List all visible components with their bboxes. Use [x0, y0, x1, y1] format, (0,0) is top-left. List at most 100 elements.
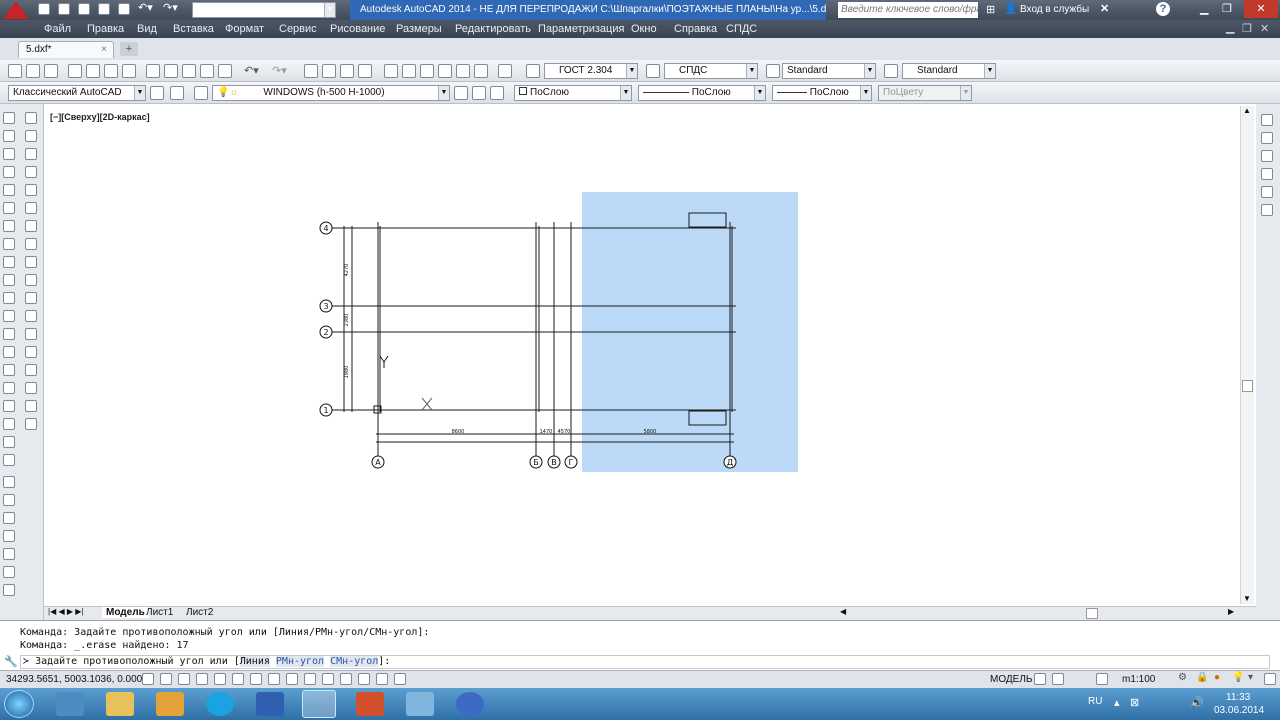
new-icon[interactable]: [38, 3, 50, 15]
drawing-canvas[interactable]: [−][Сверху][2D-каркас] А Б В Г Д 4 3 2 1…: [44, 104, 1256, 606]
signin-link[interactable]: Вход в службы: [1020, 4, 1089, 15]
undo-icon[interactable]: ↶▾: [138, 1, 153, 14]
polyline-icon[interactable]: [3, 148, 15, 160]
draworder-above-icon[interactable]: [1261, 150, 1273, 162]
erase-icon[interactable]: [25, 112, 37, 124]
redo-icon[interactable]: ↷▾: [163, 1, 178, 14]
menu-minimize-icon[interactable]: ▁: [1226, 21, 1234, 34]
markup-icon[interactable]: [456, 64, 470, 78]
rectangle-icon[interactable]: [3, 184, 15, 196]
dyn-icon[interactable]: [304, 673, 316, 685]
layer-combo[interactable]: 💡☼ WINDOWS (h-500 H-1000) ▼: [212, 85, 450, 101]
save-icon[interactable]: [78, 3, 90, 15]
chevron-down-icon[interactable]: ▼: [626, 64, 637, 78]
break-at-point-icon[interactable]: [25, 310, 37, 322]
chevron-down-icon[interactable]: ▼: [746, 64, 757, 78]
menu-item-tools[interactable]: Сервис: [279, 23, 317, 35]
cmd-opt-rpoly[interactable]: РМн-угол: [275, 656, 325, 667]
menu-item-modify[interactable]: Редактировать: [455, 23, 531, 35]
polar-icon[interactable]: [214, 673, 226, 685]
help-icon[interactable]: ?: [1156, 2, 1170, 16]
language-indicator[interactable]: RU: [1088, 696, 1102, 707]
snap-icon[interactable]: [160, 673, 172, 685]
autocad-logo-icon[interactable]: [3, 1, 29, 19]
layer-walk-icon[interactable]: [490, 86, 504, 100]
flower-app-icon[interactable]: [456, 692, 484, 716]
make-current-icon[interactable]: [454, 86, 468, 100]
exchange-icon[interactable]: ✕: [1100, 2, 1109, 15]
view-right-icon[interactable]: [3, 530, 15, 542]
model-space-button[interactable]: МОДЕЛЬ: [990, 674, 1032, 685]
clock-time[interactable]: 11:33: [1226, 692, 1250, 703]
scroll-thumb[interactable]: [1242, 380, 1253, 392]
arc-icon[interactable]: [3, 202, 15, 214]
ellipse-icon[interactable]: [3, 274, 15, 286]
ortho-icon[interactable]: [196, 673, 208, 685]
hscroll-right-icon[interactable]: ▶: [1228, 607, 1234, 616]
chevron-down-icon[interactable]: ▼: [864, 64, 875, 78]
menu-item-spds[interactable]: СПДС: [726, 23, 757, 35]
table-icon[interactable]: [3, 418, 15, 430]
start-button[interactable]: [4, 690, 34, 718]
minimize-icon[interactable]: ▁: [1200, 2, 1208, 15]
dim-style-icon[interactable]: [646, 64, 660, 78]
make-block-icon[interactable]: [3, 328, 15, 340]
undo-toolbar-icon[interactable]: ↶▾: [244, 64, 259, 77]
zoom-window-icon[interactable]: [340, 64, 354, 78]
construction-line-icon[interactable]: [3, 130, 15, 142]
text-style-combo[interactable]: ГОСТ 2.304 ▼: [544, 63, 638, 79]
quick-view-layouts-icon[interactable]: [1034, 673, 1046, 685]
line-icon[interactable]: [3, 112, 15, 124]
cmd-opt-cpoly[interactable]: СМн-угол: [330, 656, 379, 667]
lwt-icon[interactable]: [322, 673, 334, 685]
view-iso-icon[interactable]: [3, 548, 15, 560]
sc-icon[interactable]: [376, 673, 388, 685]
grid-icon[interactable]: [178, 673, 190, 685]
circle-icon[interactable]: [3, 220, 15, 232]
menu-item-dimension[interactable]: Размеры: [396, 23, 442, 35]
explorer-icon[interactable]: [106, 692, 134, 716]
mirror-icon[interactable]: [25, 148, 37, 160]
skype-icon[interactable]: [206, 692, 234, 716]
sun-icon[interactable]: ☼: [229, 87, 238, 98]
plotstyle-combo[interactable]: ПоЦвету ▼: [878, 85, 972, 101]
vertical-scrollbar[interactable]: ▲ ▼: [1240, 106, 1254, 604]
clean-screen-icon[interactable]: [1264, 673, 1276, 685]
menu-item-help[interactable]: Справка: [674, 23, 717, 35]
chevron-down-icon[interactable]: ▼: [984, 64, 995, 78]
tab-sheet1[interactable]: Лист1: [146, 607, 173, 618]
menu-item-edit[interactable]: Правка: [87, 23, 124, 35]
qnew-icon[interactable]: [8, 64, 22, 78]
hscroll-thumb[interactable]: [1086, 608, 1098, 619]
ellipse-arc-icon[interactable]: [3, 292, 15, 304]
tpy-icon[interactable]: [340, 673, 352, 685]
scale-icon[interactable]: [25, 238, 37, 250]
outlook-icon[interactable]: [156, 692, 184, 716]
break-icon[interactable]: [25, 328, 37, 340]
menu-item-file[interactable]: Файл: [44, 23, 71, 35]
chevron-down-icon[interactable]: ▼: [324, 3, 335, 17]
explode-icon[interactable]: [25, 418, 37, 430]
chevron-down-icon[interactable]: ▼: [134, 86, 145, 100]
menu-item-parametric[interactable]: Параметризация: [538, 23, 624, 35]
mleader-style-icon[interactable]: [884, 64, 898, 78]
chevron-down-icon[interactable]: ▼: [438, 86, 449, 100]
pan-icon[interactable]: [304, 64, 318, 78]
workspace-combo[interactable]: Классический AutoCAD ▼: [8, 85, 146, 101]
menu-close-icon[interactable]: ✕: [1260, 22, 1269, 35]
osnap-icon[interactable]: [232, 673, 244, 685]
table-style-combo[interactable]: Standard ▼: [782, 63, 876, 79]
chevron-down-icon[interactable]: ▼: [860, 86, 871, 100]
add-selected-icon[interactable]: [3, 454, 15, 466]
otrack-icon[interactable]: [268, 673, 280, 685]
blend-icon[interactable]: [25, 400, 37, 412]
annotation-scale[interactable]: m1:100: [1122, 674, 1155, 685]
point-icon[interactable]: [3, 346, 15, 358]
layer-state-icon[interactable]: [194, 86, 208, 100]
autocad-taskbar-icon[interactable]: [302, 690, 336, 718]
scroll-down-icon[interactable]: ▼: [1243, 594, 1251, 603]
powerpoint-icon[interactable]: [356, 692, 384, 716]
publish-icon[interactable]: [104, 64, 118, 78]
sheet-set-icon[interactable]: [438, 64, 452, 78]
mail-icon[interactable]: [406, 692, 434, 716]
